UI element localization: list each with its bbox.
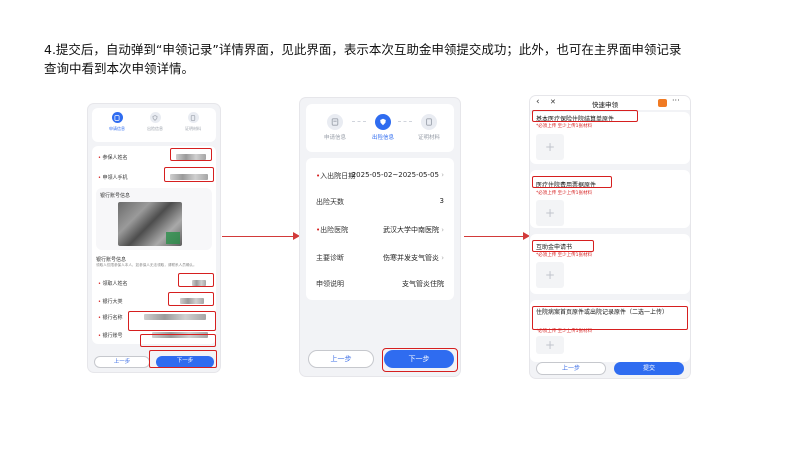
step-connector — [398, 121, 412, 122]
app-badge-icon[interactable] — [658, 99, 667, 107]
chevron-right-icon: › — [441, 254, 444, 262]
claim-description-label: 申领说明 — [316, 280, 344, 288]
step-bar: 申请信息 出险信息 证明材料 — [92, 108, 216, 142]
row-claim-description[interactable]: 申领说明 支气管炎住院 — [316, 272, 444, 296]
highlight-medical-record-title — [532, 306, 688, 330]
chevron-right-icon: › — [441, 171, 444, 179]
upload-plus-icon[interactable]: + — [536, 262, 564, 288]
prev-step-button[interactable]: 上一步 — [94, 356, 150, 368]
flow-arrow-2-head — [523, 232, 530, 240]
document-icon — [111, 112, 123, 123]
header-title: 快速申领 — [592, 101, 618, 109]
upload-plus-icon[interactable]: + — [536, 336, 564, 354]
instruction-text: 4.提交后，自动弹到“申领记录”详情界面，见此界面，表示本次互助金申领提交成功；… — [44, 40, 764, 78]
step-label: 证明材料 — [185, 126, 201, 131]
highlight-applicant-phone — [164, 167, 214, 182]
step-application-info[interactable]: 申请信息 — [320, 114, 350, 141]
diagnosis-value: 伤寒并发支气管炎 › — [382, 254, 444, 262]
admission-dates-label: •入出院日期 — [316, 172, 356, 180]
step-label: 出险信息 — [371, 135, 394, 141]
flow-arrow-1 — [222, 236, 294, 238]
shield-icon — [375, 114, 391, 130]
instruction-line-1: 4.提交后，自动弹到“申领记录”详情界面，见此界面，表示本次互助金申领提交成功；… — [44, 42, 682, 57]
highlight-application-form-title — [532, 240, 594, 252]
highlight-next-button — [149, 350, 217, 368]
highlight-settlement-title — [532, 110, 638, 122]
applicant-phone-label: • 申领人手机 — [98, 175, 128, 181]
row-incident-days: 出险天数 3 — [316, 190, 444, 214]
bank-card-image[interactable] — [118, 202, 182, 246]
nav-header: ‹ ✕ 快速申领 ··· — [530, 96, 690, 110]
step-label: 证明材料 — [417, 135, 440, 141]
step-label: 出险信息 — [147, 126, 163, 131]
bank-account-label: • 银行账号 — [98, 333, 123, 339]
bank-info-title: 银行账号信息 — [100, 193, 131, 199]
bank-note: 领取人仅限参保人本人，如参保人无法领取，请联系人员确认。 — [96, 263, 197, 267]
upload-plus-icon[interactable]: + — [536, 134, 564, 160]
highlight-insured-name — [170, 148, 212, 161]
document-icon — [327, 114, 343, 130]
prev-step-button[interactable]: 上一步 — [536, 362, 606, 375]
hospital-value: 武汉大学中南医院 › — [382, 226, 444, 234]
highlight-bank-account — [140, 334, 216, 347]
submit-button[interactable]: 提交 — [614, 362, 684, 375]
file-icon — [187, 112, 199, 123]
upload-plus-icon[interactable]: + — [536, 200, 564, 226]
material-required-note: *必须上传 至少上传1张材料 — [536, 253, 593, 258]
flow-arrow-1-head — [293, 232, 300, 240]
material-required-note: *必须上传 至少上传1张材料 — [536, 191, 593, 196]
bank-info-section-title: 银行账号信息 — [96, 257, 127, 263]
highlight-payee-name — [178, 273, 214, 287]
phone-screen-application-info: 申请信息 出险信息 证明材料 • 参保人姓名 • 申领人手机 银行账号信息 银行… — [88, 104, 220, 372]
flow-arrow-2 — [464, 236, 524, 238]
highlight-bank-name — [128, 311, 216, 331]
step-proof-materials[interactable]: 证明材料 — [414, 114, 444, 141]
step-label: 申请信息 — [323, 135, 346, 141]
step-incident-info[interactable]: 出险信息 — [368, 114, 398, 141]
diagnosis-label: 主要诊断 — [316, 254, 344, 262]
phone-screen-proof-materials: ‹ ✕ 快速申领 ··· 基本医疗保险住院结算单原件 *必须上传 至少上传1张材… — [530, 96, 690, 378]
step-incident-info[interactable]: 出险信息 — [142, 112, 168, 132]
step-bar: 申请信息 出险信息 证明材料 — [306, 104, 454, 152]
incident-days-value: 3 — [439, 197, 444, 205]
file-icon — [421, 114, 437, 130]
highlight-invoice-title — [532, 176, 612, 188]
step-label: 申请信息 — [109, 126, 125, 131]
incident-days-label: 出险天数 — [316, 198, 344, 206]
incident-form-card: •入出院日期 2025-05-02~2025-05-05 › 出险天数 3 •出… — [306, 158, 454, 300]
close-icon[interactable]: ✕ — [550, 98, 556, 106]
step-application-info[interactable]: 申请信息 — [104, 112, 130, 132]
phone-screen-incident-info: 申请信息 出险信息 证明材料 •入出院日期 2025-05-02~2025-05… — [300, 98, 460, 376]
insured-name-label: • 参保人姓名 — [98, 155, 128, 161]
highlight-bank-type — [168, 292, 214, 306]
row-admission-dates[interactable]: •入出院日期 2025-05-02~2025-05-05 › — [316, 164, 444, 188]
row-hospital[interactable]: •出险医院 武汉大学中南医院 › — [316, 218, 444, 242]
bank-name-label: • 银行名称 — [98, 315, 123, 321]
chevron-right-icon: › — [441, 226, 444, 234]
claim-description-value: 支气管炎住院 — [402, 280, 444, 288]
shield-icon — [149, 112, 161, 123]
row-diagnosis[interactable]: 主要诊断 伤寒并发支气管炎 › — [316, 246, 444, 270]
instruction-line-2: 查询中看到本次申领详情。 — [44, 61, 195, 76]
bank-card-photo-area: 银行账号信息 — [96, 188, 212, 250]
more-icon[interactable]: ··· — [672, 96, 680, 105]
hospital-label: •出险医院 — [316, 226, 349, 234]
material-required-note: *必须上传 至少上传1张材料 — [536, 124, 593, 129]
highlight-next-button — [382, 348, 458, 372]
bank-type-label: • 银行大类 — [98, 299, 123, 305]
payee-name-label: • 领取人姓名 — [98, 281, 128, 287]
step-connector — [352, 121, 366, 122]
prev-step-button[interactable]: 上一步 — [308, 350, 374, 368]
admission-dates-value: 2025-05-02~2025-05-05 › — [351, 171, 444, 179]
back-icon[interactable]: ‹ — [536, 97, 540, 107]
step-proof-materials[interactable]: 证明材料 — [180, 112, 206, 132]
